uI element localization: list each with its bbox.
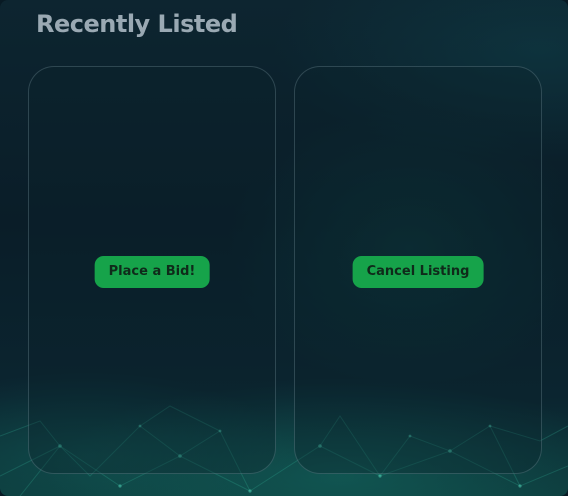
- section-title: Recently Listed: [36, 10, 238, 38]
- place-bid-button[interactable]: Place a Bid!: [94, 256, 210, 288]
- cancel-listing-button[interactable]: Cancel Listing: [352, 256, 484, 288]
- recently-listed-panel: Recently Listed Place a Bid! Cancel List…: [0, 0, 568, 496]
- listing-card: Cancel Listing: [294, 66, 542, 474]
- listing-card: Place a Bid!: [28, 66, 276, 474]
